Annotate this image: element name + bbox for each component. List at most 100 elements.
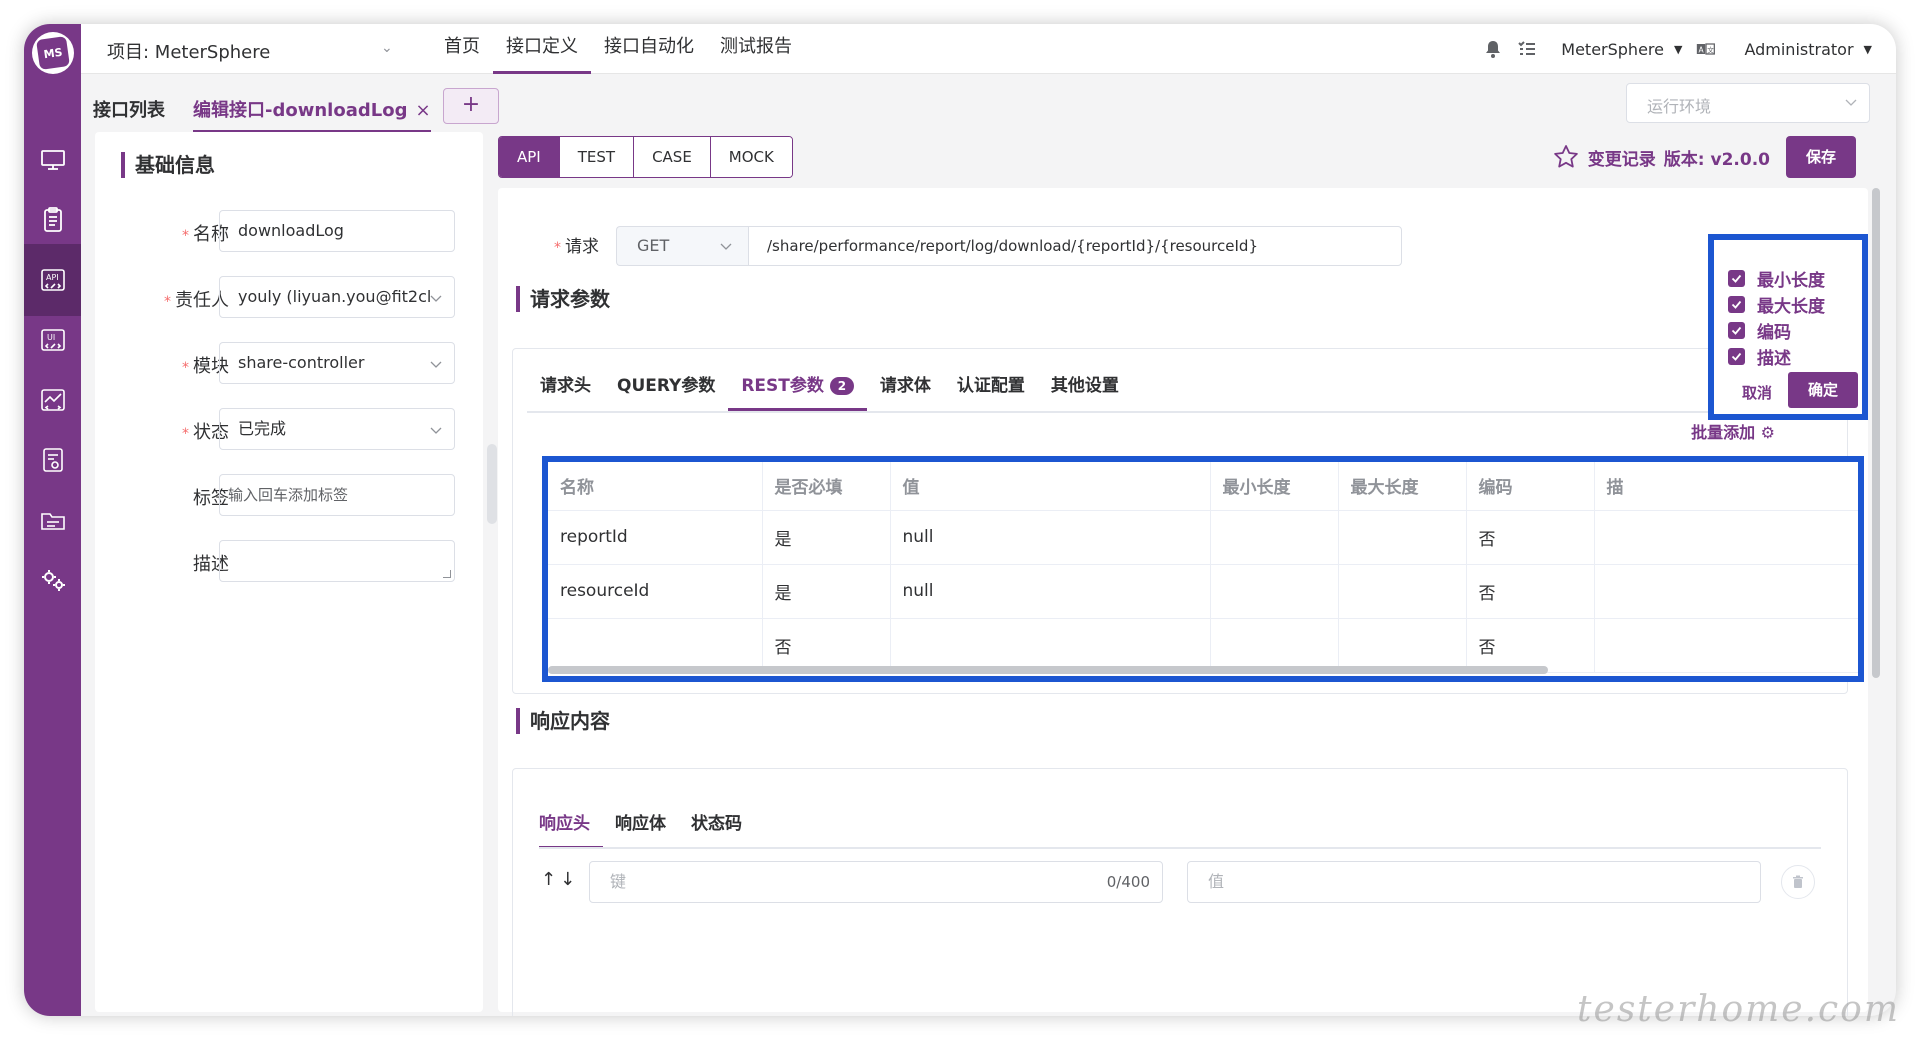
tab-edit-api[interactable]: 编辑接口-downloadLog × [193,96,431,133]
environment-select[interactable]: 运行环境 [1626,83,1870,123]
table-row[interactable]: resourceId 是 null 否 [548,564,1858,619]
app-logo[interactable]: MS [32,32,74,74]
column-header-required[interactable]: 是否必填 [762,462,891,511]
user-menu[interactable]: Administrator ▼ [1744,40,1872,59]
menu-item-home[interactable]: 首页 [431,24,493,74]
column-option-description[interactable]: 描述 [1728,344,1791,369]
project-selector[interactable]: 项目: MeterSphere [107,38,270,64]
tab-other-settings[interactable]: 其他设置 [1038,371,1132,411]
bell-icon[interactable] [1483,39,1503,59]
column-header-encode[interactable]: 编码 [1466,462,1595,511]
column-option-min-length[interactable]: 最小长度 [1728,266,1825,291]
star-icon[interactable] [1552,143,1580,171]
confirm-button[interactable]: 确定 [1788,372,1858,408]
table-row[interactable]: 否 否 [548,618,1858,673]
name-input[interactable]: downloadLog [219,210,455,252]
table-cell[interactable] [1594,510,1858,565]
table-cell[interactable]: 是 [762,510,891,565]
table-cell[interactable]: 否 [1466,510,1595,565]
mode-case-button[interactable]: CASE [634,137,711,177]
table-cell[interactable] [1594,564,1858,619]
tags-input[interactable]: 输入回车添加标签 [219,474,455,516]
checkbox-checked-icon[interactable] [1728,296,1745,313]
table-cell[interactable]: null [890,564,1211,619]
tab-rest-params[interactable]: REST参数 2 [728,371,867,411]
batch-add-link[interactable]: 批量添加 ⚙ [1691,419,1775,443]
checkbox-checked-icon[interactable] [1728,322,1745,339]
table-cell[interactable] [1210,618,1339,673]
table-cell[interactable] [548,618,763,673]
checkbox-checked-icon[interactable] [1728,270,1745,287]
column-header-name[interactable]: 名称 [548,462,763,511]
version-label[interactable]: 版本: v2.0.0 [1664,145,1770,170]
add-tab-button[interactable]: + [443,88,499,124]
description-textarea[interactable] [219,540,455,582]
table-cell[interactable] [1338,564,1467,619]
tab-api-list[interactable]: 接口列表 [93,96,165,122]
table-cell[interactable]: null [890,510,1211,565]
column-header-min-length[interactable]: 最小长度 [1210,462,1339,511]
menu-item-api-definition[interactable]: 接口定义 [493,24,591,74]
table-cell[interactable]: 否 [1466,564,1595,619]
table-row[interactable]: reportId 是 null 否 [548,510,1858,565]
table-cell[interactable]: 否 [762,618,891,673]
task-list-icon[interactable] [1517,39,1537,59]
left-sidebar: MS API UI [24,24,81,1016]
tab-query-params[interactable]: QUERY参数 [604,371,728,411]
rest-params-grid: 名称 是否必填 值 最小长度 最大长度 编码 描 reportId 是 null… [548,462,1858,673]
table-cell[interactable] [1210,510,1339,565]
column-option-max-length[interactable]: 最大长度 [1728,292,1825,317]
method-select[interactable]: GET [616,226,748,266]
table-cell[interactable]: resourceId [548,564,763,619]
table-cell[interactable]: 是 [762,564,891,619]
header-value-input[interactable]: 值 [1187,861,1761,903]
tab-response-body[interactable]: 响应体 [615,809,679,849]
column-header-description[interactable]: 描 [1594,462,1858,511]
column-header-value[interactable]: 值 [890,462,1211,511]
table-cell[interactable] [1338,618,1467,673]
vertical-scrollbar[interactable] [1872,188,1880,678]
status-select[interactable]: 已完成 [219,408,455,450]
horizontal-scrollbar[interactable] [548,666,1548,674]
module-select[interactable]: share-controller [219,342,455,384]
close-icon[interactable]: × [415,100,430,121]
chevron-down-icon [720,243,732,250]
change-log-link[interactable]: 变更记录 [1588,145,1656,170]
settings-icon[interactable] [24,544,81,616]
owner-select[interactable]: youly (liyuan.you@fit2cl [219,276,455,318]
menu-item-api-automation[interactable]: 接口自动化 [591,24,707,74]
language-icon[interactable]: A文 [1696,39,1716,59]
tab-status-code[interactable]: 状态码 [691,809,755,849]
caret-down-icon: ▼ [1673,42,1683,56]
workspace-selector[interactable]: MeterSphere ▼ [1561,40,1682,59]
mode-api-button[interactable]: API [499,137,560,177]
chevron-down-icon[interactable]: ⌄ [381,40,393,56]
tab-headers[interactable]: 请求头 [527,371,604,411]
mode-test-button[interactable]: TEST [559,137,635,177]
column-option-encode[interactable]: 编码 [1728,318,1791,343]
table-cell[interactable] [1594,618,1858,673]
delete-button[interactable] [1781,865,1815,899]
tab-response-headers[interactable]: 响应头 [539,809,603,849]
url-input[interactable]: /share/performance/report/log/download/{… [748,226,1402,266]
gear-icon[interactable]: ⚙ [1761,423,1775,442]
rest-params-table: 名称 是否必填 值 最小长度 最大长度 编码 描 reportId 是 null… [542,456,1864,682]
table-cell[interactable] [1210,564,1339,619]
table-cell[interactable]: reportId [548,510,763,565]
column-header-max-length[interactable]: 最大长度 [1338,462,1467,511]
key-char-count: 0/400 [1106,873,1150,891]
menu-item-test-report[interactable]: 测试报告 [707,24,805,74]
table-cell[interactable] [890,618,1211,673]
table-cell[interactable]: 否 [1466,618,1595,673]
save-button[interactable]: 保存 [1785,136,1856,178]
checkbox-checked-icon[interactable] [1728,348,1745,365]
tab-body[interactable]: 请求体 [867,371,944,411]
header-key-input[interactable]: 键 0/400 [589,861,1163,903]
resize-handle[interactable] [443,570,451,578]
cancel-button[interactable]: 取消 [1742,382,1772,403]
sort-arrows-icon[interactable]: ↑↓ [541,869,579,890]
panel-splitter[interactable] [487,444,497,524]
mode-mock-button[interactable]: MOCK [710,137,792,177]
tab-auth[interactable]: 认证配置 [944,371,1038,411]
table-cell[interactable] [1338,510,1467,565]
